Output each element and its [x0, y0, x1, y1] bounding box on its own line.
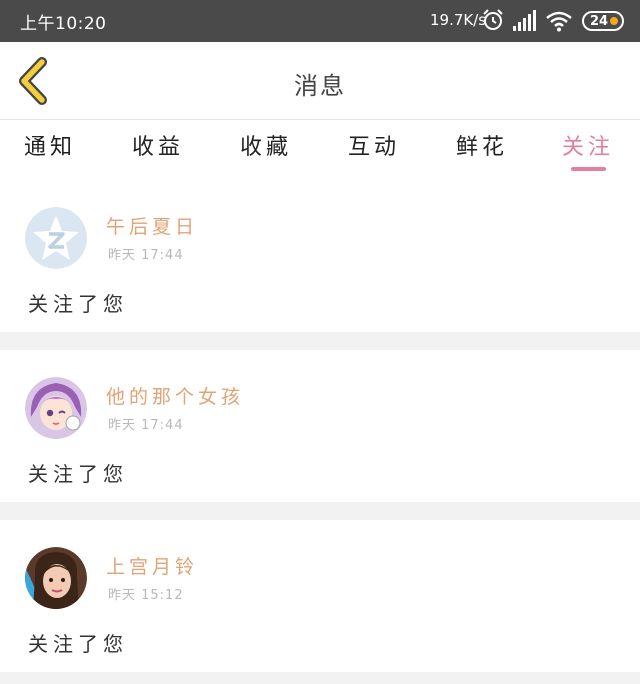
active-tab-indicator [571, 167, 606, 171]
divider [0, 332, 640, 350]
username[interactable]: 上宫月铃 [106, 552, 198, 579]
anime-girl-avatar-icon [25, 377, 87, 439]
message-text: 关注了您 [28, 632, 128, 656]
message-text: 关注了您 [28, 292, 128, 316]
page-title: 消息 [294, 72, 346, 100]
charging-dot [610, 17, 618, 25]
message-text: 关注了您 [28, 462, 128, 486]
avatar[interactable] [25, 547, 87, 609]
photo-avatar-icon [25, 547, 87, 609]
tab-bar: 通知 收益 收藏 互动 鲜花 关注 [0, 121, 640, 177]
list-item[interactable]: 午后夏日 昨天 17:44 关注了您 [0, 180, 640, 332]
battery-level: 24 [590, 13, 609, 29]
divider [0, 502, 640, 520]
battery-icon: 24 [582, 11, 624, 31]
status-bar: 上午10:20 19.7K/s 24 [0, 0, 640, 42]
network-speed: 19.7K/s [430, 11, 487, 29]
tab-interaction[interactable]: 互动 [329, 129, 419, 161]
tab-following[interactable]: 关注 [543, 129, 633, 161]
timestamp: 昨天 17:44 [108, 248, 184, 263]
alarm-icon [483, 9, 503, 30]
avatar[interactable] [25, 377, 87, 439]
username[interactable]: 午后夏日 [106, 212, 198, 239]
signal-icon [513, 10, 536, 31]
tab-flowers[interactable]: 鲜花 [437, 129, 527, 161]
tab-notice[interactable]: 通知 [5, 129, 95, 161]
divider [0, 672, 640, 684]
timestamp: 昨天 17:44 [108, 418, 184, 433]
list-item[interactable]: 他的那个女孩 昨天 17:44 关注了您 [0, 350, 640, 502]
qq-zone-avatar-icon [25, 207, 87, 269]
wifi-icon [546, 11, 572, 32]
tab-favorites[interactable]: 收藏 [221, 129, 311, 161]
tab-earnings[interactable]: 收益 [113, 129, 203, 161]
username[interactable]: 他的那个女孩 [106, 382, 244, 409]
list-item[interactable]: 上宫月铃 昨天 15:12 关注了您 [0, 520, 640, 672]
status-time: 上午10:20 [20, 14, 107, 34]
avatar[interactable] [25, 207, 87, 269]
header: 消息 [0, 42, 640, 120]
timestamp: 昨天 15:12 [108, 588, 184, 603]
